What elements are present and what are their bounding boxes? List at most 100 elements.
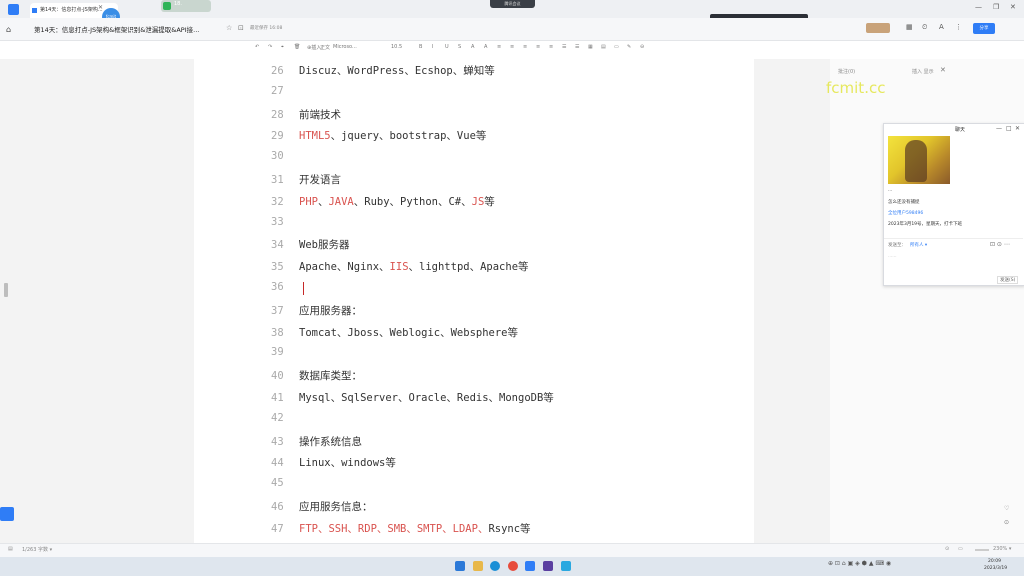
- toolbar-item[interactable]: B: [419, 44, 422, 50]
- toolbar-item[interactable]: ▭: [614, 44, 619, 50]
- chrome-icon[interactable]: [508, 561, 518, 571]
- toolbar-item[interactable]: 正文: [320, 44, 330, 51]
- editor-line[interactable]: 45: [271, 477, 299, 497]
- file-icon[interactable]: ⊡ ⊙ ⋯: [990, 241, 1010, 248]
- line-text: PHP、JAVA、Ruby、Python、C#、JS等: [299, 196, 495, 208]
- toolbar-item[interactable]: ≡: [536, 44, 540, 50]
- tab-close-icon[interactable]: ✕: [98, 4, 103, 11]
- chat-close-icon[interactable]: ✕: [1015, 125, 1020, 132]
- toolbar-item[interactable]: ≡: [497, 44, 501, 50]
- chat-minimize-icon[interactable]: —: [996, 125, 1002, 132]
- toolbar-item[interactable]: ≡: [523, 44, 527, 50]
- editor-line[interactable]: 32 PHP、JAVA、Ruby、Python、C#、JS等: [271, 194, 495, 214]
- toolbar-item[interactable]: I: [432, 44, 433, 50]
- editor-line[interactable]: 40 数据库类型：: [271, 368, 362, 388]
- editor-line[interactable]: 46 应用服务信息：: [271, 499, 373, 519]
- share-button[interactable]: 分享: [973, 23, 995, 34]
- clock-time[interactable]: 20:09: [988, 559, 1001, 564]
- chat-maximize-icon[interactable]: □: [1006, 125, 1012, 132]
- toolbar-item[interactable]: ↷: [268, 44, 272, 50]
- layout-icon[interactable]: ▭: [958, 546, 963, 552]
- collaborators-avatars[interactable]: [866, 23, 890, 33]
- toolbar-item[interactable]: A: [471, 44, 474, 50]
- meeting-app-icon[interactable]: [561, 561, 571, 571]
- toolbar-item[interactable]: ≡: [510, 44, 514, 50]
- close-window-icon[interactable]: ✕: [1010, 3, 1016, 11]
- close-icon[interactable]: ✕: [940, 66, 946, 74]
- editor-line[interactable]: 31 开发语言: [271, 172, 341, 192]
- editor-line[interactable]: 33: [271, 216, 299, 236]
- editor-line[interactable]: 30: [271, 150, 299, 170]
- editor-line[interactable]: 36: [271, 281, 299, 301]
- start-icon[interactable]: [455, 561, 465, 571]
- minimize-icon[interactable]: —: [975, 3, 982, 11]
- text-run: Apache、Nginx、: [299, 261, 390, 273]
- toolbar-item[interactable]: 10.5: [391, 44, 402, 50]
- bookmark-icon[interactable]: ⊡: [238, 24, 244, 32]
- editor-line[interactable]: 37 应用服务器：: [271, 303, 362, 323]
- zoom-slider[interactable]: [975, 549, 989, 551]
- toolbar-item[interactable]: Microso...: [333, 44, 357, 50]
- app-icon[interactable]: [543, 561, 553, 571]
- document-title[interactable]: 第14天：信息打点-JS架构&框架识别&泄漏提取&API接...: [34, 24, 199, 34]
- chat-divider: [884, 238, 1023, 239]
- star-icon[interactable]: ☆: [226, 24, 232, 32]
- outline-icon[interactable]: ▤: [8, 546, 13, 552]
- line-number: 32: [271, 196, 284, 208]
- toolbar-item[interactable]: S: [458, 44, 461, 50]
- toolbar-item[interactable]: ☰: [562, 44, 566, 50]
- toolbar-item[interactable]: ↶: [255, 44, 259, 50]
- toolbar-item[interactable]: ≡: [549, 44, 553, 50]
- view-icon[interactable]: ⊙: [945, 546, 949, 552]
- editor-line[interactable]: 29 HTML5、jquery、bootstrap、Vue等: [271, 128, 486, 148]
- editor-line[interactable]: 47 FTP、SSH、RDP、SMB、SMTP、LDAP、Rsync等: [271, 521, 531, 541]
- line-number: 30: [271, 150, 284, 162]
- line-text: Linux、windows等: [299, 457, 396, 469]
- chat-sender[interactable]: 全位用户598496: [888, 210, 923, 216]
- editor-line[interactable]: 35 Apache、Nginx、IIS、lighttpd、Apache等: [271, 259, 529, 279]
- page-info[interactable]: 1/263 字数 ▾: [22, 546, 52, 553]
- tray-icons[interactable]: ⊕ ⊡ ⌂ ▣ ◈ ⬢ ▲ ⌨ ◉: [828, 560, 891, 567]
- left-collapse-handle[interactable]: [4, 283, 8, 297]
- send-button[interactable]: 发送(S): [997, 276, 1019, 284]
- toolbar-item[interactable]: ▦: [588, 44, 593, 50]
- meeting-indicator[interactable]: 腾讯会议: [490, 0, 535, 8]
- line-text: Tomcat、Jboss、Weblogic、Websphere等: [299, 327, 518, 339]
- edge-icon[interactable]: [490, 561, 500, 571]
- docs-app-icon[interactable]: [525, 561, 535, 571]
- home-icon[interactable]: ⌂: [6, 25, 11, 34]
- clock-date[interactable]: 2023/3/19: [984, 566, 1007, 571]
- help-icon[interactable]: ♡ ⊙: [1004, 505, 1009, 526]
- file-explorer-icon[interactable]: [473, 561, 483, 571]
- toolbar-item[interactable]: ☰: [575, 44, 579, 50]
- editor-line[interactable]: 27: [271, 85, 299, 105]
- toolbar-item[interactable]: ✎: [627, 44, 631, 50]
- toolbar-item[interactable]: ⌖: [281, 44, 284, 50]
- editor-line[interactable]: 38 Tomcat、Jboss、Weblogic、Websphere等: [271, 325, 518, 345]
- chat-recipient-select[interactable]: 所有人 ▾: [910, 242, 927, 248]
- more-icon[interactable]: ⋮: [955, 23, 962, 31]
- timer-icon[interactable]: ⏲: [922, 23, 927, 32]
- sidebar-toggle-button[interactable]: [0, 507, 14, 521]
- editor-line[interactable]: 42: [271, 412, 299, 432]
- editor-line[interactable]: 44 Linux、windows等: [271, 455, 396, 475]
- chat-input[interactable]: ......: [888, 254, 897, 259]
- editor-line[interactable]: 34 Web服务器: [271, 237, 349, 257]
- editor-line[interactable]: 39: [271, 346, 299, 366]
- grid-icon[interactable]: ▦: [906, 23, 913, 31]
- toolbar-item[interactable]: U: [445, 44, 449, 50]
- toolbar-item[interactable]: ▤: [601, 44, 606, 50]
- editor-line[interactable]: 41 Mysql、SqlServer、Oracle、Redis、MongoDB等: [271, 390, 554, 410]
- zoom-level[interactable]: 230% ▾: [993, 546, 1011, 552]
- line-text: Apache、Nginx、IIS、lighttpd、Apache等: [299, 261, 529, 273]
- toolbar-item[interactable]: ⊖: [640, 44, 644, 50]
- toolbar-item[interactable]: 🗑: [294, 44, 300, 50]
- comments-options[interactable]: 插入 显示: [912, 68, 934, 75]
- editor-line[interactable]: 28 前端技术: [271, 107, 341, 127]
- toolbar-item[interactable]: A: [484, 44, 487, 50]
- font-icon[interactable]: A: [939, 23, 944, 31]
- restore-icon[interactable]: ❐: [993, 3, 999, 11]
- text-run: 开发语言: [299, 174, 341, 186]
- editor-line[interactable]: 26 Discuz、WordPress、Ecshop、蝉知等: [271, 63, 495, 83]
- editor-line[interactable]: 43 操作系统信息: [271, 434, 362, 454]
